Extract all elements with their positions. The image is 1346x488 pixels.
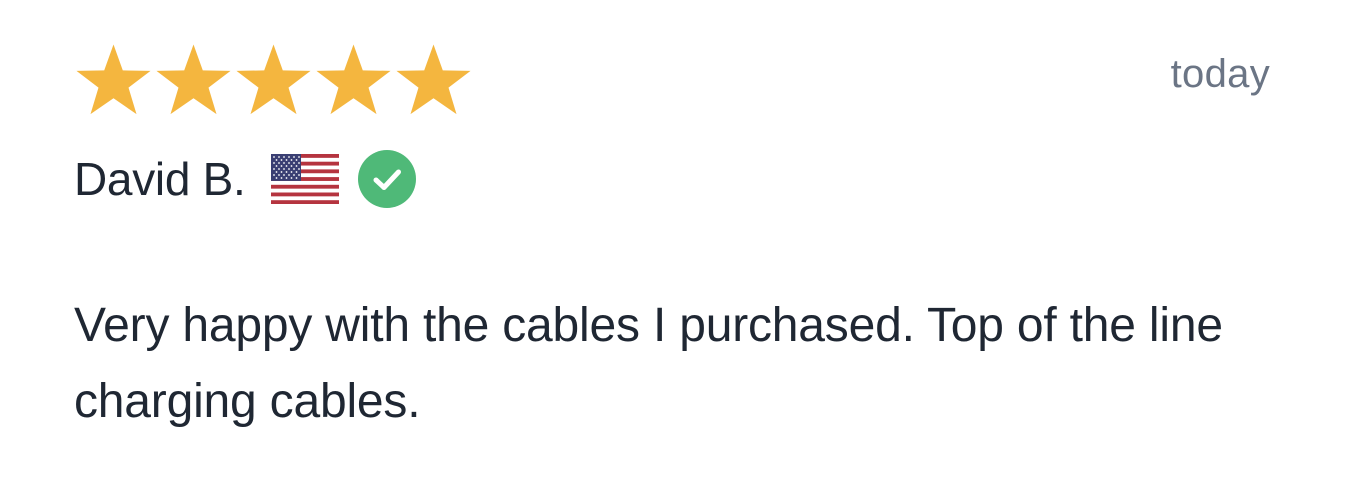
us-flag-icon [271,154,340,204]
star-icon [394,42,473,118]
star-icon [314,42,393,118]
star-icon [234,42,313,118]
star-icon [154,42,233,118]
review-card: today David B. Very happy with the cable… [0,0,1346,488]
verified-check-icon [357,149,417,209]
star-rating [74,42,473,118]
review-text: Very happy with the cables I purchased. … [74,299,1223,428]
star-icon [74,42,153,118]
review-date: today [1170,52,1270,96]
author-name: David B. [74,153,246,205]
author-row: David B. [74,146,417,212]
